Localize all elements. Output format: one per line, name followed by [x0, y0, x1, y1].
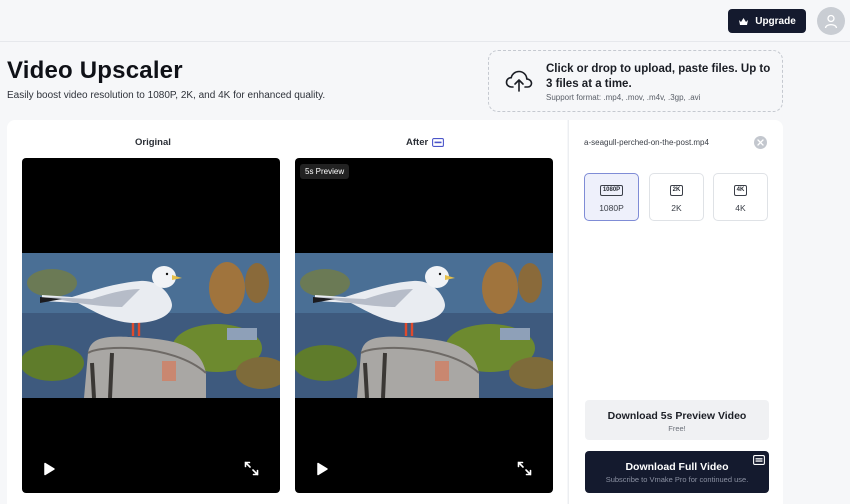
- user-icon: [824, 14, 838, 29]
- pro-badge-icon: [753, 455, 765, 465]
- page-subtitle: Easily boost video resolution to 1080P, …: [7, 90, 326, 101]
- crown-icon: [739, 17, 749, 25]
- resolution-badge-icon: 1080P: [599, 185, 624, 196]
- after-video[interactable]: 5s Preview: [295, 158, 553, 493]
- upload-instructions: Click or drop to upload, paste files. Up…: [546, 63, 771, 90]
- resolution-label: 2K: [671, 203, 682, 213]
- after-label: After: [406, 137, 445, 148]
- original-video[interactable]: [22, 158, 280, 493]
- upgrade-button[interactable]: Upgrade: [728, 9, 806, 33]
- resolution-option-4k[interactable]: 4K 4K: [713, 173, 768, 221]
- download-full-button[interactable]: Download Full Video Subscribe to Vmake P…: [585, 451, 769, 493]
- download-full-label: Download Full Video: [625, 461, 729, 473]
- fullscreen-icon[interactable]: [517, 461, 532, 476]
- resolution-option-2k[interactable]: 2K 2K: [649, 173, 704, 221]
- seagull-frame: [22, 253, 280, 398]
- resolution-label: 1080P: [599, 203, 624, 213]
- resolution-option-1080p[interactable]: 1080P 1080P: [584, 173, 639, 221]
- resolution-label: 4K: [735, 203, 746, 213]
- play-icon[interactable]: [315, 462, 329, 476]
- preview-badge: 5s Preview: [300, 164, 350, 179]
- download-preview-label: Download 5s Preview Video: [607, 410, 747, 422]
- download-preview-button[interactable]: Download 5s Preview Video Free!: [585, 400, 769, 440]
- file-name: a-seagull-perched-on-the-post.mp4: [584, 138, 709, 147]
- hd-badge-icon: [432, 138, 445, 147]
- supported-formats: Support format: .mp4, .mov, .m4v, .3gp, …: [546, 93, 701, 102]
- remove-file-icon[interactable]: [754, 136, 767, 149]
- user-avatar[interactable]: [817, 7, 845, 35]
- seagull-frame: [295, 253, 553, 398]
- original-label: Original: [135, 137, 171, 148]
- play-icon[interactable]: [42, 462, 56, 476]
- resolution-badge-icon: 2K: [669, 185, 684, 196]
- fullscreen-icon[interactable]: [244, 461, 259, 476]
- upgrade-label: Upgrade: [755, 15, 796, 27]
- resolution-badge-icon: 4K: [733, 185, 748, 196]
- cloud-upload-icon: [505, 70, 533, 92]
- top-bar: [0, 0, 850, 42]
- page-title: Video Upscaler: [7, 57, 183, 84]
- upload-dropzone[interactable]: Click or drop to upload, paste files. Up…: [488, 50, 783, 112]
- download-full-sub: Subscribe to Vmake Pro for continued use…: [605, 475, 749, 484]
- download-preview-sub: Free!: [668, 424, 686, 433]
